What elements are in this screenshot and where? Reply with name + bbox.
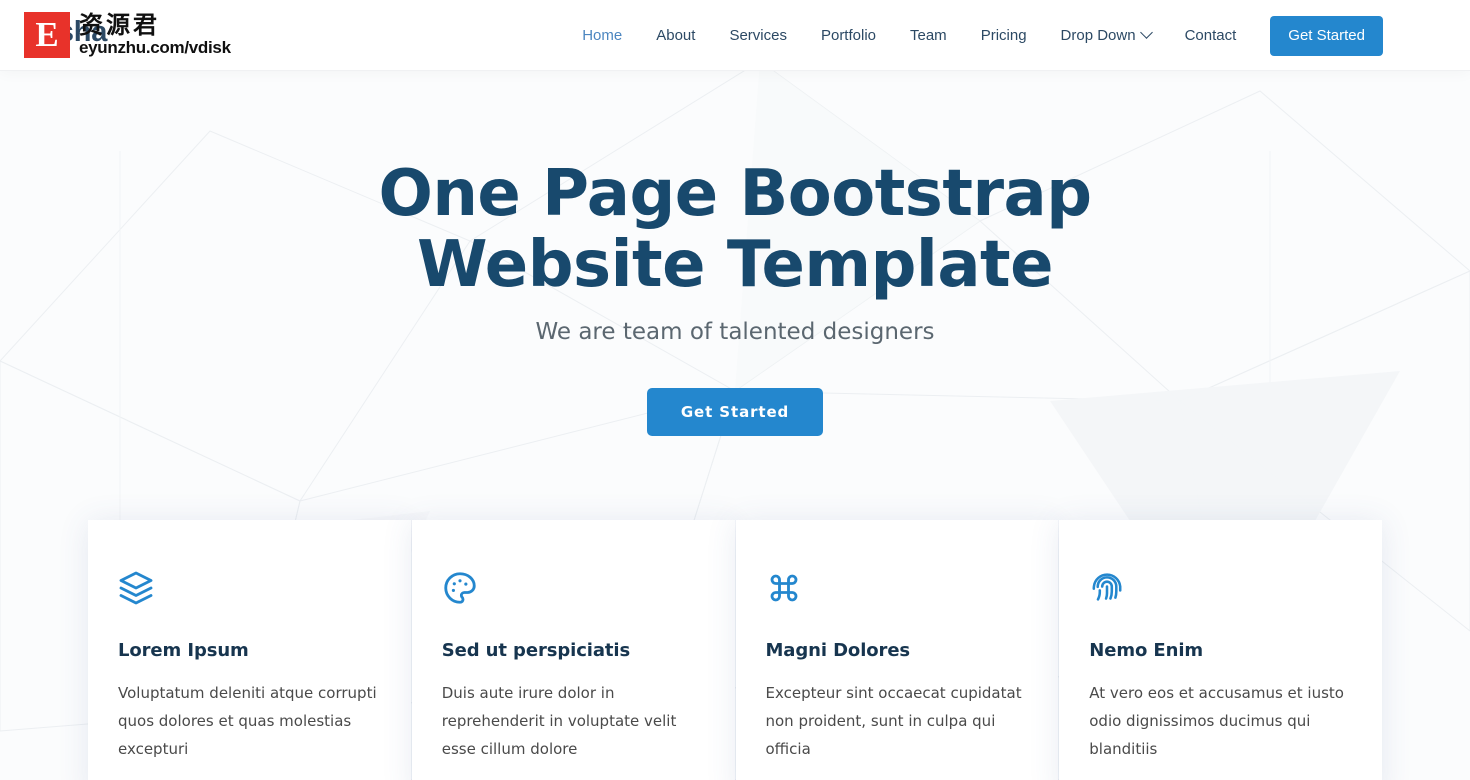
feature-card-text: At vero eos et accusamus et iusto odio d… (1089, 684, 1344, 758)
feature-card-nemo-enim[interactable]: Nemo Enim At vero eos et accusamus et iu… (1059, 520, 1382, 780)
page-root: Arsha E 资源君 eyunzhu.com/vdisk Home About… (0, 0, 1470, 780)
nav-item-home[interactable]: Home (565, 0, 639, 71)
feature-card-title: Lorem Ipsum (118, 640, 249, 661)
nav-item-pricing[interactable]: Pricing (964, 0, 1044, 71)
nav-item-team[interactable]: Team (893, 0, 964, 71)
hero-title-line-2: Website Template (416, 228, 1054, 302)
feature-card-text: Duis aute irure dolor in reprehenderit i… (441, 684, 677, 758)
chevron-down-icon (1139, 26, 1153, 39)
hero-subtitle: We are team of talented designers (535, 319, 935, 345)
feature-card-lorem-ipsum[interactable]: Lorem Ipsum Voluptatum deleniti atque co… (88, 520, 411, 780)
nav-item-drop-down-label: Drop Down (1060, 27, 1136, 44)
layers-icon (118, 570, 154, 606)
site-logo-text[interactable]: Arsha (26, 16, 107, 49)
feature-card-title: Nemo Enim (1089, 640, 1204, 661)
nav-item-drop-down[interactable]: Drop Down (1044, 0, 1168, 71)
header-get-started-button[interactable]: Get Started (1270, 15, 1383, 56)
hero-get-started-button[interactable]: Get Started (646, 388, 824, 436)
hero-title: One Page Bootstrap Website Template (0, 159, 1470, 301)
palette-icon (442, 570, 478, 606)
feature-card-sed-ut-perspiciatis[interactable]: Sed ut perspiciatis Duis aute irure dolo… (411, 520, 735, 780)
main-navigation: Home About Services Portfolio Team Prici… (565, 0, 1383, 71)
fingerprint-icon (1089, 570, 1125, 606)
hero-cta-wrapper: Get Started (0, 388, 1470, 436)
nav-item-about[interactable]: About (639, 0, 712, 71)
feature-card-magni-dolores[interactable]: Magni Dolores Excepteur sint occaecat cu… (735, 520, 1059, 780)
command-icon (766, 570, 802, 606)
feature-cards-section: Lorem Ipsum Voluptatum deleniti atque co… (88, 520, 1382, 780)
feature-card-text: Voluptatum deleniti atque corrupti quos … (118, 684, 377, 758)
hero-content: One Page Bootstrap Website Template We a… (0, 71, 1470, 436)
hero-title-line-1: One Page Bootstrap (378, 157, 1092, 231)
nav-item-contact[interactable]: Contact (1168, 0, 1254, 71)
nav-item-services[interactable]: Services (712, 0, 804, 71)
feature-card-title: Magni Dolores (765, 640, 911, 661)
site-header: Arsha E 资源君 eyunzhu.com/vdisk Home About… (0, 0, 1470, 71)
feature-card-title: Sed ut perspiciatis (441, 640, 631, 661)
nav-item-portfolio[interactable]: Portfolio (804, 0, 893, 71)
feature-card-text: Excepteur sint occaecat cupidatat non pr… (765, 684, 1022, 758)
